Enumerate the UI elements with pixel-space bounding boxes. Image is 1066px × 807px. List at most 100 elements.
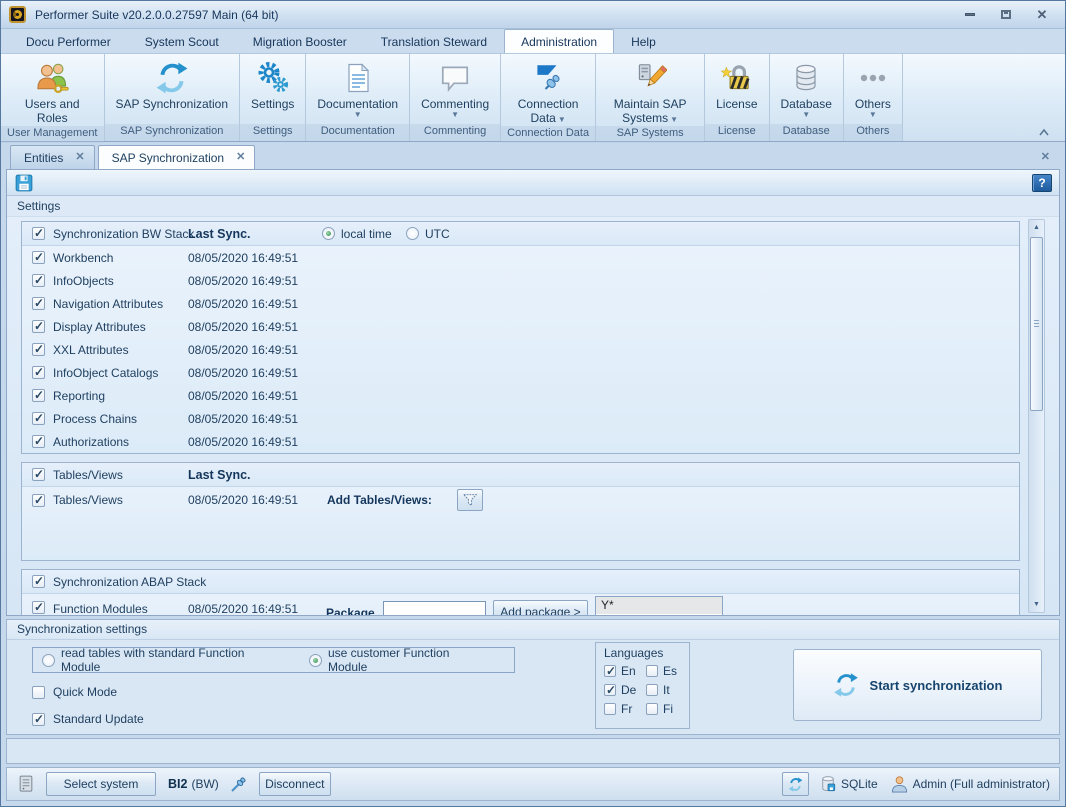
language-it-checkbox[interactable] (646, 684, 658, 696)
edit-connection-icon[interactable] (229, 774, 249, 794)
tables-views-panel: Tables/Views Last Sync. Tables/Views 08/… (21, 462, 1020, 561)
settings-button[interactable]: Settings (240, 54, 305, 124)
select-system-button[interactable]: Select system (46, 772, 156, 796)
menu-tab-migration-booster[interactable]: Migration Booster (236, 29, 364, 53)
language-fr-checkbox[interactable] (604, 703, 616, 715)
last-sync-timestamp: 08/05/2020 16:49:51 (188, 297, 298, 311)
quick-mode-option: Quick Mode (32, 685, 117, 699)
refresh-sync-button[interactable] (782, 772, 809, 796)
infoobject-catalogs-checkbox[interactable] (32, 366, 45, 379)
documentation-button[interactable]: Documentation ▼ (306, 54, 409, 124)
app-logo-icon[interactable] (9, 6, 26, 23)
maintain-sap-systems-icon (633, 58, 667, 98)
workbench-checkbox[interactable] (32, 251, 45, 264)
users-and-roles-button[interactable]: Users and Roles (1, 54, 104, 126)
tables-views-row: Tables/Views 08/05/2020 16:49:51 Add Tab… (22, 487, 1019, 513)
section-title: Synchronization BW Stack (53, 227, 194, 241)
help-button[interactable]: ? (1032, 174, 1052, 192)
authorizations-checkbox[interactable] (32, 435, 45, 448)
ribbon-group-caption: Others (844, 124, 902, 141)
synchronization-abap-stack-checkbox[interactable] (32, 575, 45, 588)
row-label: Tables/Views (53, 493, 123, 507)
connection-data-button[interactable]: Connection Data▼ (501, 54, 595, 126)
ribbon-group-license: License License (705, 54, 769, 141)
reporting-checkbox[interactable] (32, 389, 45, 402)
start-synchronization-label: Start synchronization (870, 678, 1003, 693)
ribbon-button-label: Settings (251, 98, 294, 112)
language-fi-checkbox[interactable] (646, 703, 658, 715)
function-modules-checkbox[interactable] (32, 601, 45, 614)
save-button[interactable] (14, 173, 34, 193)
checkbox-label: Standard Update (53, 712, 144, 726)
xxl-attributes-checkbox[interactable] (32, 343, 45, 356)
utc-radio[interactable] (406, 227, 419, 240)
menu-tab-administration[interactable]: Administration (504, 29, 614, 53)
quick-mode-checkbox[interactable] (32, 686, 45, 699)
radio-label: use customer Function Module (328, 646, 492, 674)
sync-item-row: Authorizations 08/05/2020 16:49:51 (22, 430, 1019, 453)
sync-item-row: Workbench 08/05/2020 16:49:51 (22, 246, 1019, 269)
tables-views-group-checkbox[interactable] (32, 468, 45, 481)
navigation-attributes-checkbox[interactable] (32, 297, 45, 310)
package-input[interactable] (383, 601, 486, 615)
close-tab-icon[interactable]: ✕ (236, 152, 245, 163)
checkbox-label: De (621, 683, 636, 697)
tab-sap-synchronization[interactable]: SAP Synchronization ✕ (98, 145, 256, 169)
disconnect-button[interactable]: Disconnect (259, 772, 331, 796)
database-button[interactable]: Database ▼ (770, 54, 843, 124)
connected-system-type: (BW) (191, 777, 218, 791)
languages-groupbox: Languages En Es De (595, 642, 690, 729)
standard-update-checkbox[interactable] (32, 713, 45, 726)
last-sync-timestamp: 08/05/2020 16:49:51 (188, 343, 298, 357)
customer-function-module-radio[interactable] (309, 654, 322, 667)
ribbon-group-documentation: Documentation ▼ Documentation (306, 54, 410, 141)
local-time-radio[interactable] (322, 227, 335, 240)
ribbon-tab-bar: Docu Performer System Scout Migration Bo… (1, 29, 1065, 54)
minimize-button[interactable] (959, 7, 981, 23)
scrollbar-thumb[interactable] (1030, 237, 1043, 411)
add-tables-views-button[interactable] (457, 489, 483, 511)
menu-tab-translation-steward[interactable]: Translation Steward (364, 29, 504, 53)
close-document-icon[interactable]: ✕ (1041, 150, 1050, 163)
language-fi-option: Fi (646, 702, 688, 716)
tab-entities[interactable]: Entities ✕ (10, 145, 95, 169)
radio-label: read tables with standard Function Modul… (61, 646, 287, 674)
scroll-down-icon[interactable]: ▼ (1029, 597, 1044, 612)
tables-views-checkbox[interactable] (32, 494, 45, 507)
languages-grid: En Es De It (604, 664, 689, 716)
add-package-button[interactable]: Add package > (493, 600, 588, 615)
commenting-button[interactable]: Commenting ▼ (410, 54, 500, 124)
menu-tab-system-scout[interactable]: System Scout (128, 29, 236, 53)
language-en-checkbox[interactable] (604, 665, 616, 677)
chevron-down-icon: ▼ (354, 112, 362, 119)
sap-synchronization-button[interactable]: SAP Synchronization (105, 54, 240, 124)
others-button[interactable]: Others ▼ (844, 54, 902, 124)
start-synchronization-button[interactable]: Start synchronization (793, 649, 1042, 721)
synchronization-bw-stack-checkbox[interactable] (32, 227, 45, 240)
close-button[interactable]: ✕ (1031, 7, 1053, 23)
package-list-item[interactable]: Z* (596, 614, 722, 615)
menu-tab-help[interactable]: Help (614, 29, 673, 53)
language-en-option: En (604, 664, 646, 678)
standard-function-module-radio[interactable] (42, 654, 55, 667)
license-button[interactable]: License (705, 54, 768, 124)
language-es-checkbox[interactable] (646, 665, 658, 677)
maximize-button[interactable] (995, 7, 1017, 23)
language-de-checkbox[interactable] (604, 684, 616, 696)
package-list-item[interactable]: Y* (596, 597, 722, 614)
display-attributes-checkbox[interactable] (32, 320, 45, 333)
ribbon-group-sap-systems: Maintain SAP Systems▼ SAP Systems (596, 54, 705, 141)
checkbox-label: Fr (621, 702, 632, 716)
row-label: Navigation Attributes (53, 297, 163, 311)
close-tab-icon[interactable]: ✕ (75, 152, 84, 163)
bottom-empty-panel (6, 738, 1060, 764)
ribbon-group-caption: SAP Synchronization (105, 124, 240, 141)
menu-tab-docu-performer[interactable]: Docu Performer (9, 29, 128, 53)
infoobjects-checkbox[interactable] (32, 274, 45, 287)
process-chains-checkbox[interactable] (32, 412, 45, 425)
synchronization-settings-panel: Synchronization settings read tables wit… (6, 619, 1060, 735)
scroll-up-icon[interactable]: ▲ (1029, 220, 1044, 235)
vertical-scrollbar[interactable]: ▲ ▼ (1028, 219, 1045, 613)
maintain-sap-systems-button[interactable]: Maintain SAP Systems▼ (596, 54, 704, 126)
ribbon-collapse-icon[interactable] (1037, 126, 1051, 138)
